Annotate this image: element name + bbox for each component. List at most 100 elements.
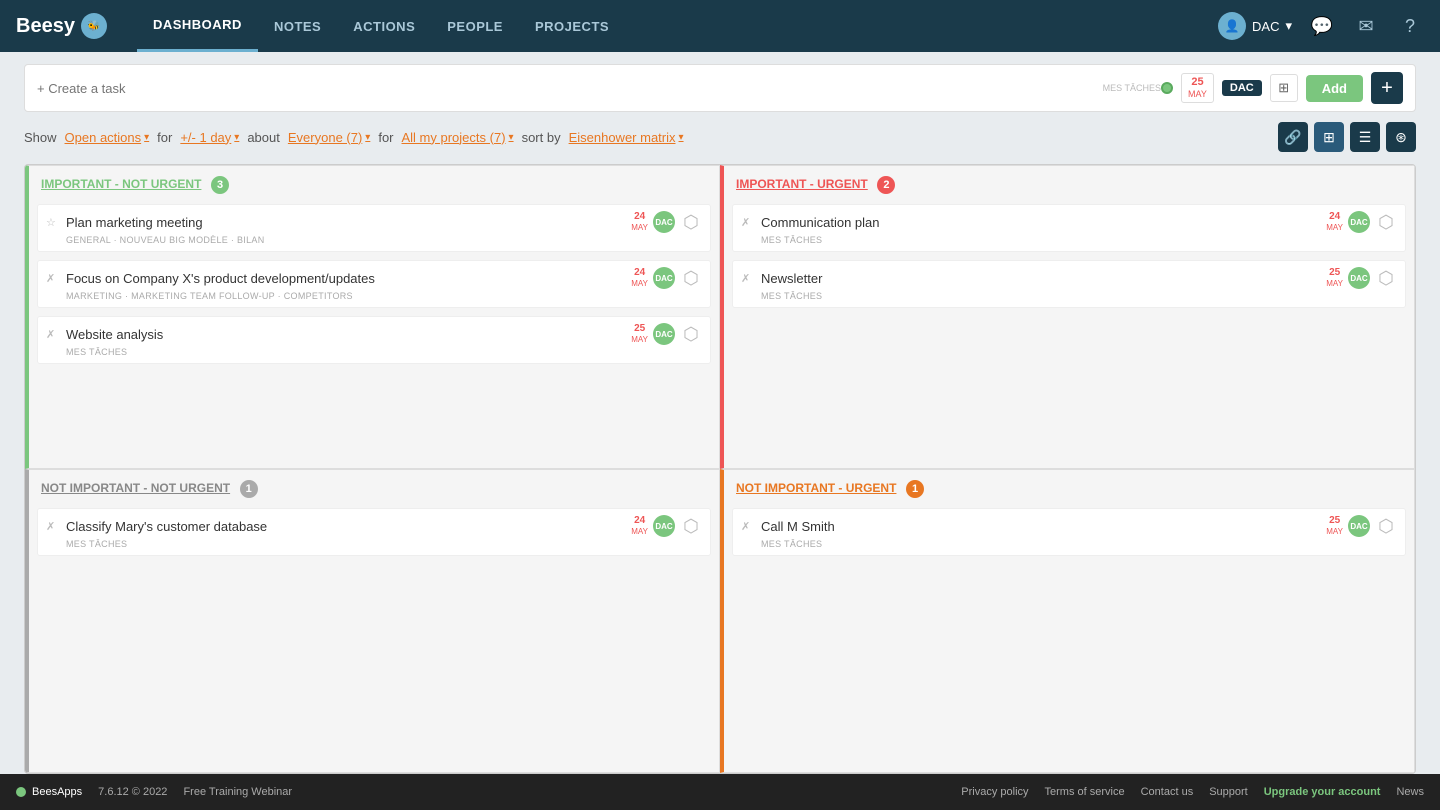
quadrant-important-urgent: IMPORTANT - URGENT 2 ✗ Communication pla… (720, 165, 1415, 469)
task-meta: 24 MAY DAC ⬡ (631, 515, 702, 537)
task-item[interactable]: ✗ Website analysis 25 MAY DAC ⬡ MES TÂCH… (37, 316, 711, 364)
add-button[interactable]: Add (1306, 75, 1363, 102)
nav-notes[interactable]: NOTES (258, 0, 337, 52)
sort-label: sort by (522, 130, 561, 145)
task-checkbox[interactable]: ✗ (46, 519, 60, 533)
main-content: MES TÂCHES 25 MAY DAC ⊞ Add + Show Open … (0, 52, 1440, 774)
task-meta: 24 MAY DAC ⬡ (1326, 211, 1397, 233)
task-item[interactable]: ☆ Plan marketing meeting 24 MAY DAC ⬡ GE… (37, 204, 711, 252)
task-avatar: DAC (1348, 211, 1370, 233)
task-create-bar: MES TÂCHES 25 MAY DAC ⊞ Add + (24, 64, 1416, 112)
filter-bar: Show Open actions for +/- 1 day about Ev… (24, 122, 1416, 152)
task-checkbox[interactable]: ✗ (741, 519, 755, 533)
task-title: Website analysis (66, 327, 625, 342)
footer: BeesApps 7.6.12 © 2022 Free Training Web… (0, 774, 1440, 810)
task-item[interactable]: ✗ Newsletter 25 MAY DAC ⬡ MES TÂCHES (732, 260, 1406, 308)
plus-button[interactable]: + (1371, 72, 1403, 104)
quadrant-title-bottom-right[interactable]: NOT IMPORTANT - URGENT (736, 481, 896, 495)
hex-icon: ⬡ (1375, 515, 1397, 537)
task-title: Classify Mary's customer database (66, 519, 625, 534)
task-bar-controls: 25 MAY DAC ⊞ Add + (1161, 72, 1403, 104)
task-checkbox[interactable]: ✗ (46, 271, 60, 285)
grid-toggle-icon[interactable]: ⊞ (1270, 74, 1298, 102)
projects-filter[interactable]: All my projects (7) (402, 130, 514, 145)
footer-version: 7.6.12 © 2022 (98, 786, 167, 798)
nav-projects[interactable]: PROJECTS (519, 0, 625, 52)
task-title: Plan marketing meeting (66, 215, 625, 230)
logo[interactable]: Beesy 🐝 (16, 13, 107, 39)
badge-bottom-left: 1 (240, 480, 258, 498)
user-menu[interactable]: 👤 DAC ▾ (1218, 12, 1292, 40)
task-input[interactable] (37, 81, 1099, 96)
footer-links: Privacy policy Terms of service Contact … (961, 786, 1424, 798)
logo-icon: 🐝 (81, 13, 107, 39)
task-avatar: DAC (653, 323, 675, 345)
mail-icon[interactable]: ✉ (1352, 12, 1380, 40)
grid-view-btn[interactable]: ⊞ (1314, 122, 1344, 152)
eisenhower-matrix: IMPORTANT - NOT URGENT 3 ☆ Plan marketin… (24, 164, 1416, 774)
task-item[interactable]: ✗ Focus on Company X's product developme… (37, 260, 711, 308)
view-controls: 🔗 ⊞ ☰ ⊛ (1278, 122, 1416, 152)
footer-terms[interactable]: Terms of service (1045, 786, 1125, 798)
calendar-view-btn[interactable]: ⊛ (1386, 122, 1416, 152)
date-mon: MAY (1188, 89, 1207, 100)
nav-people[interactable]: PEOPLE (431, 0, 519, 52)
period-filter[interactable]: +/- 1 day (180, 130, 239, 145)
sort-filter[interactable]: Eisenhower matrix (569, 130, 684, 145)
task-sub: MES TÂCHES (66, 347, 702, 357)
task-meta: 25 MAY DAC ⬡ (1326, 515, 1397, 537)
nav-right: 👤 DAC ▾ 💬 ✉ ? (1218, 12, 1424, 40)
about-label: about (247, 130, 280, 145)
task-sub: MARKETING · MARKETING TEAM FOLLOW-UP · C… (66, 291, 702, 301)
task-meta: 25 MAY DAC ⬡ (631, 323, 702, 345)
nav-links: DASHBOARD NOTES ACTIONS PEOPLE PROJECTS (137, 0, 1218, 52)
task-title: Newsletter (761, 271, 1320, 286)
quadrant-header-bottom-right: NOT IMPORTANT - URGENT 1 (724, 470, 1414, 504)
show-label: Show (24, 130, 57, 145)
footer-support[interactable]: Support (1209, 786, 1248, 798)
actions-filter[interactable]: Open actions (65, 130, 150, 145)
assignee-tag[interactable]: DAC (1222, 80, 1262, 96)
chat-icon[interactable]: 💬 (1308, 12, 1336, 40)
task-checkbox[interactable]: ✗ (46, 327, 60, 341)
date-selector[interactable]: 25 MAY (1181, 73, 1214, 103)
quadrant-not-important-not-urgent: NOT IMPORTANT - NOT URGENT 1 ✗ Classify … (25, 469, 720, 773)
list-view-btn[interactable]: ☰ (1350, 122, 1380, 152)
quadrant-header-top-left: IMPORTANT - NOT URGENT 3 (29, 166, 719, 200)
task-checkbox[interactable]: ✗ (741, 215, 755, 229)
status-dot[interactable] (1161, 82, 1173, 94)
footer-dot (16, 787, 26, 797)
task-title: Focus on Company X's product development… (66, 271, 625, 286)
task-meta: 25 MAY DAC ⬡ (1326, 267, 1397, 289)
footer-news[interactable]: News (1396, 786, 1424, 798)
help-icon[interactable]: ? (1396, 12, 1424, 40)
quadrant-title-top-right[interactable]: IMPORTANT - URGENT (736, 177, 868, 191)
task-avatar: DAC (653, 211, 675, 233)
footer-training: Free Training Webinar (183, 786, 292, 798)
nav-dashboard[interactable]: DASHBOARD (137, 0, 258, 52)
badge-bottom-right: 1 (906, 480, 924, 498)
task-checkbox[interactable]: ☆ (46, 215, 60, 229)
task-date: 25 MAY (631, 323, 648, 345)
footer-upgrade[interactable]: Upgrade your account (1264, 786, 1381, 798)
hex-icon: ⬡ (1375, 211, 1397, 233)
task-item[interactable]: ✗ Call M Smith 25 MAY DAC ⬡ MES TÂCHES (732, 508, 1406, 556)
hex-icon: ⬡ (680, 211, 702, 233)
task-avatar: DAC (1348, 515, 1370, 537)
nav-actions[interactable]: ACTIONS (337, 0, 431, 52)
quadrant-title-bottom-left[interactable]: NOT IMPORTANT - NOT URGENT (41, 481, 230, 495)
task-title: Communication plan (761, 215, 1320, 230)
link-view-btn[interactable]: 🔗 (1278, 122, 1308, 152)
hex-icon: ⬡ (680, 267, 702, 289)
footer-privacy[interactable]: Privacy policy (961, 786, 1028, 798)
hex-icon: ⬡ (680, 323, 702, 345)
user-dropdown-icon: ▾ (1285, 18, 1292, 34)
task-date: 24 MAY (1326, 211, 1343, 233)
task-checkbox[interactable]: ✗ (741, 271, 755, 285)
people-filter[interactable]: Everyone (7) (288, 130, 370, 145)
quadrant-title-top-left[interactable]: IMPORTANT - NOT URGENT (41, 177, 201, 191)
task-item[interactable]: ✗ Classify Mary's customer database 24 M… (37, 508, 711, 556)
user-avatar: 👤 (1218, 12, 1246, 40)
task-item[interactable]: ✗ Communication plan 24 MAY DAC ⬡ MES TÂ… (732, 204, 1406, 252)
footer-contact[interactable]: Contact us (1141, 786, 1194, 798)
